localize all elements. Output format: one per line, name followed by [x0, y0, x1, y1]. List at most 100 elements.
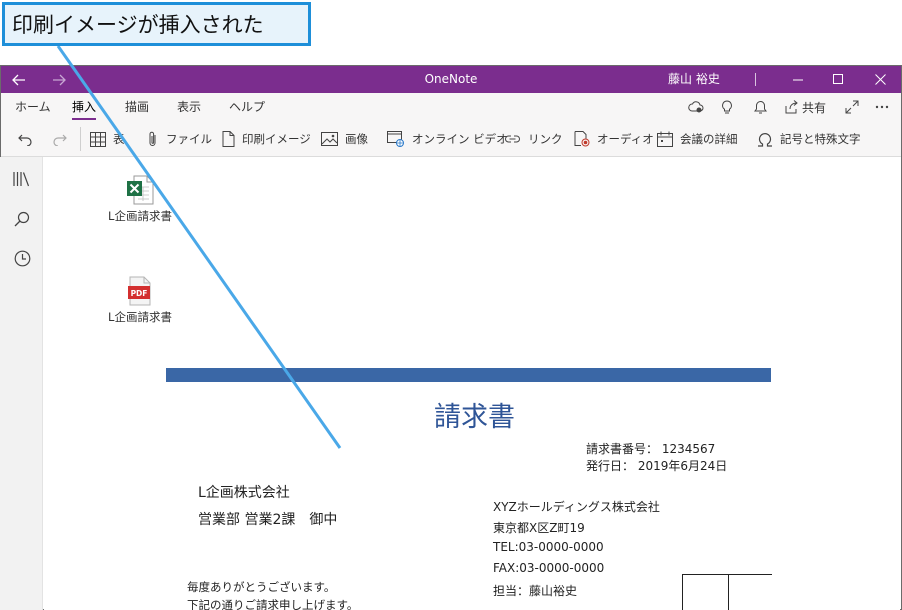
invoice-number-value: 1234567: [661, 442, 716, 456]
picture-icon: [321, 132, 338, 146]
tell-me-button[interactable]: [716, 93, 738, 121]
insert-picture-button[interactable]: 画像: [321, 121, 368, 157]
calendar-icon: [657, 131, 673, 147]
share-label: 共有: [801, 100, 826, 115]
arrow-right-icon: [53, 74, 66, 85]
sender-company: XYZホールディングス株式会社: [493, 500, 660, 514]
invoice-title: 請求書: [434, 402, 515, 433]
notebooks-icon: [13, 172, 30, 187]
close-button[interactable]: [865, 66, 895, 93]
maximize-button[interactable]: [823, 66, 853, 93]
invoice-number: 請求書番号： 1234567: [586, 440, 715, 457]
user-name[interactable]: 藤山 裕史: [668, 66, 720, 93]
minimize-icon: [792, 79, 803, 81]
tab-home[interactable]: ホーム: [15, 93, 51, 121]
sender-fax: FAX:03-0000-0000: [493, 561, 605, 575]
callout-text: 印刷イメージが挿入された: [5, 5, 308, 43]
search-icon: [14, 211, 30, 227]
invoice-date: 発行日： 2019年6月24日: [586, 457, 727, 474]
lightbulb-icon: [722, 99, 732, 113]
sender-tel: TEL:03-0000-0000: [493, 540, 604, 554]
pdf-file-icon: PDF: [128, 276, 151, 306]
callout-box: 印刷イメージが挿入された: [2, 2, 311, 46]
omega-icon: [758, 132, 772, 147]
search-button[interactable]: [11, 208, 33, 230]
audio-label: オーディオ: [597, 132, 654, 146]
tab-view[interactable]: 表示: [177, 93, 201, 121]
screenshot-root: OneNote 藤山 裕史 ホーム 挿入 描画 表示 ヘルプ 共有 表 ファイル…: [0, 0, 902, 610]
invoice-date-label: 発行日：: [586, 459, 635, 473]
back-button[interactable]: [9, 70, 29, 90]
sender-person: 担当：藤山裕史: [493, 584, 578, 598]
invoice-header-bar: [166, 368, 771, 382]
seal-box-divider: [728, 574, 729, 610]
sync-status-button[interactable]: [685, 93, 707, 121]
link-icon: [505, 135, 520, 143]
cloud-sync-icon: [688, 101, 704, 113]
expand-icon: [845, 100, 859, 114]
insert-symbol-button[interactable]: 記号と特殊文字: [757, 121, 861, 157]
invoice-date-value: 2019年6月24日: [637, 459, 728, 473]
title-separator: [755, 73, 756, 86]
notebooks-button[interactable]: [11, 168, 33, 190]
link-label: リンク: [528, 132, 563, 146]
document-icon: [222, 131, 235, 147]
app-title: OneNote: [424, 72, 478, 86]
record-audio-icon: [574, 131, 590, 147]
share-icon: [785, 100, 798, 114]
undo-button[interactable]: [17, 121, 40, 157]
arrow-left-icon: [12, 74, 25, 85]
recipient-department: 営業部 営業2課 御中: [198, 512, 338, 528]
online-video-label: オンライン ビデオ: [412, 132, 508, 146]
more-options-button[interactable]: [871, 93, 893, 121]
tab-insert[interactable]: 挿入: [72, 93, 97, 121]
picture-label: 画像: [345, 132, 368, 146]
greeting-line-1: 毎度ありがとうございます。: [187, 580, 336, 594]
ribbon-insert-toolbar: 表 ファイル 印刷イメージ 画像 オンライン ビデオ リンク オーディオ 会議の…: [1, 121, 901, 157]
fullscreen-button[interactable]: [841, 93, 863, 121]
online-video-icon: [387, 131, 404, 147]
paperclip-icon: [149, 131, 156, 146]
minimize-button[interactable]: [783, 66, 813, 93]
symbol-label: 記号と特殊文字: [780, 132, 861, 146]
printout-label: 印刷イメージ: [242, 132, 311, 146]
tab-help[interactable]: ヘルプ: [229, 93, 265, 121]
svg-text:PDF: PDF: [131, 289, 148, 298]
seal-box: [682, 574, 772, 610]
table-icon: [90, 131, 106, 147]
insert-online-video-button[interactable]: オンライン ビデオ: [387, 121, 508, 157]
forward-button[interactable]: [49, 70, 69, 90]
meeting-details-button[interactable]: 会議の詳細: [657, 121, 738, 157]
excel-file-icon: [127, 175, 154, 205]
toolbar-separator: [80, 127, 81, 151]
invoice-number-label: 請求書番号：: [586, 442, 659, 456]
clock-icon: [14, 250, 30, 266]
record-audio-button[interactable]: オーディオ: [574, 121, 654, 157]
meeting-details-label: 会議の詳細: [680, 132, 738, 146]
ellipsis-icon: [875, 105, 889, 109]
close-icon: [874, 74, 886, 85]
greeting-line-2: 下記の通りご請求申し上げます。: [187, 598, 359, 610]
attachment-excel[interactable]: L企画請求書: [105, 175, 175, 224]
title-bar: OneNote 藤山 裕史: [1, 66, 901, 93]
notifications-button[interactable]: [749, 93, 771, 121]
attachment-pdf[interactable]: PDF L企画請求書: [105, 276, 175, 325]
insert-table-button[interactable]: 表: [90, 121, 125, 157]
left-nav-rail: [0, 157, 43, 610]
recent-notes-button[interactable]: [11, 247, 33, 269]
page-canvas: L企画請求書 PDF L企画請求書 請求書 請求書番号： 1234567 発行日…: [44, 157, 900, 610]
ribbon-tabs: ホーム 挿入 描画 表示 ヘルプ 共有: [1, 93, 901, 121]
attachment-label: L企画請求書: [108, 209, 172, 223]
insert-link-button[interactable]: リンク: [504, 121, 563, 157]
table-label: 表: [113, 132, 125, 146]
tab-draw[interactable]: 描画: [125, 93, 149, 121]
redo-button[interactable]: [52, 121, 75, 157]
maximize-icon: [832, 74, 843, 84]
insert-file-button[interactable]: ファイル: [147, 121, 212, 157]
recipient-company: L企画株式会社: [198, 485, 290, 501]
share-button[interactable]: 共有: [781, 93, 829, 121]
attachment-label: L企画請求書: [108, 310, 172, 324]
bell-icon: [753, 100, 767, 113]
file-label: ファイル: [166, 132, 212, 146]
insert-printout-button[interactable]: 印刷イメージ: [222, 121, 311, 157]
